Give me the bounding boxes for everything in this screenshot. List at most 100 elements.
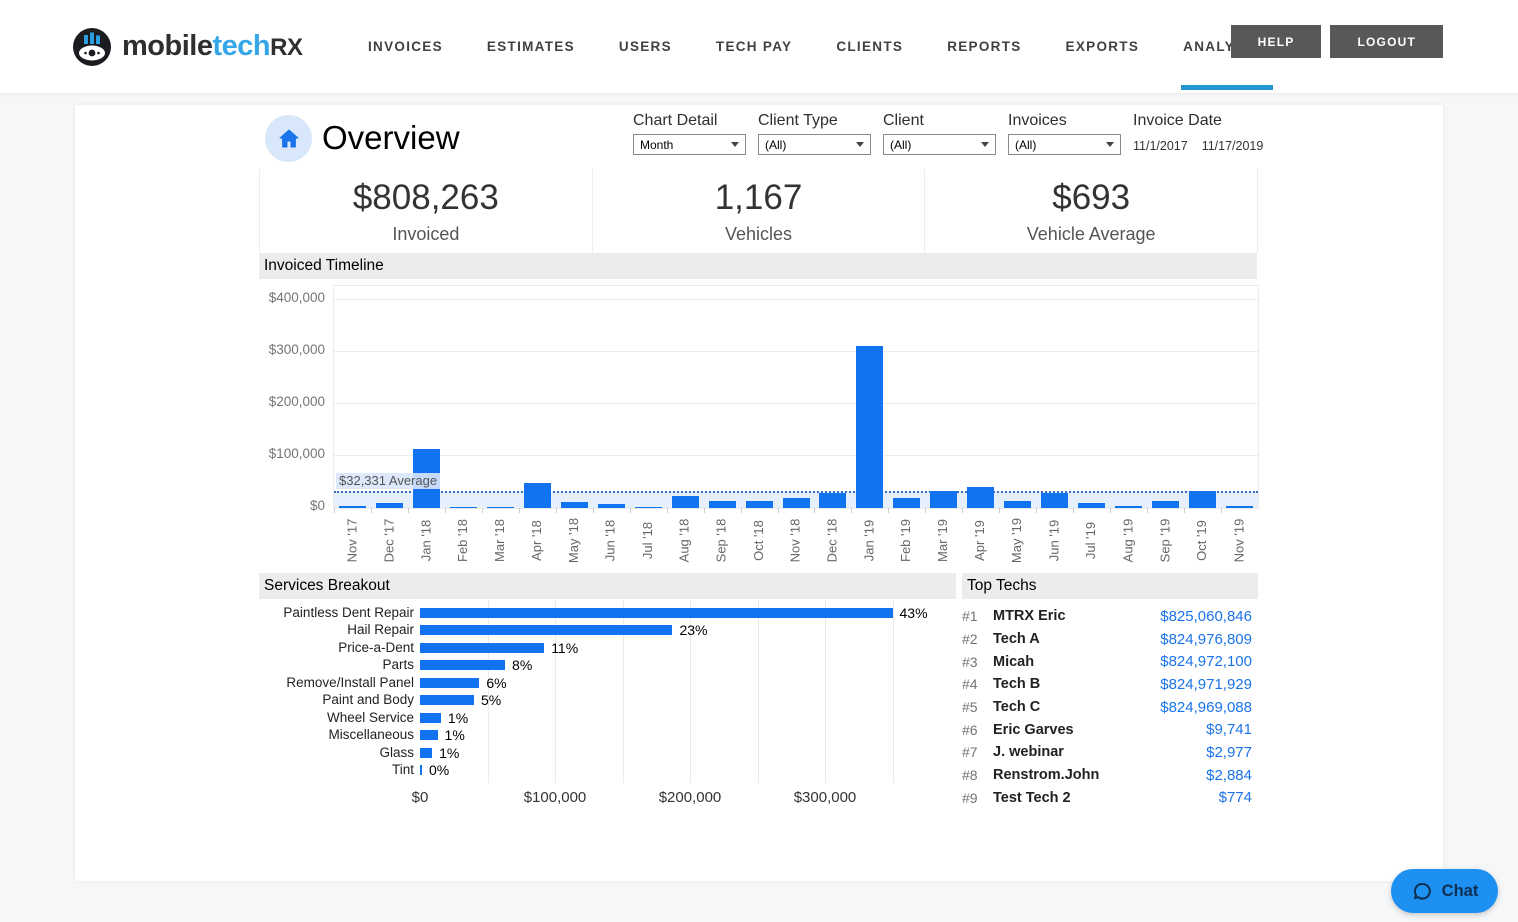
timeline-x-label-text: Feb '18 xyxy=(455,519,470,562)
service-label: Miscellaneous xyxy=(235,727,414,743)
timeline-bar[interactable] xyxy=(561,502,588,508)
service-bar[interactable] xyxy=(420,748,432,758)
timeline-bar[interactable] xyxy=(1226,506,1253,508)
tech-value[interactable]: $824,976,809 xyxy=(1160,631,1258,648)
home-icon xyxy=(265,115,312,162)
timeline-bar[interactable] xyxy=(967,487,994,508)
timeline-x-label: May '18 xyxy=(555,511,592,569)
help-button[interactable]: HELP xyxy=(1231,25,1322,58)
top-tech-row[interactable]: #7J. webinar$2,977 xyxy=(962,741,1258,764)
tech-value[interactable]: $2,977 xyxy=(1206,744,1258,761)
service-bar[interactable] xyxy=(420,765,422,775)
tech-value[interactable]: $824,969,088 xyxy=(1160,699,1258,716)
timeline-bar[interactable] xyxy=(672,496,699,508)
timeline-bar[interactable] xyxy=(930,491,957,508)
tech-name: Tech B xyxy=(993,676,1040,692)
timeline-bar[interactable] xyxy=(893,498,920,508)
timeline-bar[interactable] xyxy=(450,507,477,508)
tech-name: J. webinar xyxy=(993,744,1064,760)
nav-item-reports[interactable]: REPORTS xyxy=(947,0,1021,93)
timeline-bar[interactable] xyxy=(1189,491,1216,508)
timeline-bar[interactable] xyxy=(487,507,514,508)
nav-item-estimates[interactable]: ESTIMATES xyxy=(487,0,575,93)
top-tech-row[interactable]: #8Renstrom.John$2,884 xyxy=(962,764,1258,787)
timeline-gridline xyxy=(334,299,1258,300)
dropdown-arrow-icon xyxy=(981,142,989,147)
content-card: Overview Chart Detail Month Client Type … xyxy=(75,105,1443,881)
service-bar[interactable] xyxy=(420,643,544,653)
logo-text-rx: RX xyxy=(270,34,302,61)
top-tech-row[interactable]: #2Tech A$824,976,809 xyxy=(962,628,1258,651)
timeline-bar[interactable] xyxy=(339,506,366,508)
service-bar[interactable] xyxy=(420,713,441,723)
timeline-bar[interactable] xyxy=(709,501,736,508)
logo[interactable]: mobiletechRX xyxy=(72,27,302,67)
top-tech-row[interactable]: #1MTRX Eric$825,060,846 xyxy=(962,605,1258,628)
service-percent-label: 11% xyxy=(551,640,578,656)
logout-button[interactable]: LOGOUT xyxy=(1330,25,1443,58)
nav-item-tech-pay[interactable]: TECH PAY xyxy=(716,0,792,93)
timeline-bar[interactable] xyxy=(746,501,773,508)
timeline-bar[interactable] xyxy=(598,504,625,508)
service-percent-label: 1% xyxy=(439,745,459,761)
timeline-gridline xyxy=(334,455,1258,456)
top-tech-row[interactable]: #6Eric Garves$9,741 xyxy=(962,718,1258,741)
tech-name: Tech A xyxy=(993,631,1040,647)
client-select[interactable]: (All) xyxy=(883,134,996,155)
tech-value[interactable]: $825,060,846 xyxy=(1160,608,1258,625)
nav-item-exports[interactable]: EXPORTS xyxy=(1066,0,1140,93)
timeline-x-label: Feb '19 xyxy=(887,511,924,569)
tech-value[interactable]: $824,971,929 xyxy=(1160,676,1258,693)
timeline-bar[interactable] xyxy=(1115,506,1142,508)
timeline-x-label-text: Sep '18 xyxy=(714,518,729,562)
nav-item-clients[interactable]: CLIENTS xyxy=(836,0,903,93)
timeline-x-label: May '19 xyxy=(998,511,1035,569)
nav-item-invoices[interactable]: INVOICES xyxy=(368,0,443,93)
timeline-bar[interactable] xyxy=(1152,501,1179,508)
service-bar[interactable] xyxy=(420,730,438,740)
tech-value[interactable]: $774 xyxy=(1219,789,1258,806)
kpi-invoiced: $808,263 Invoiced xyxy=(259,169,592,253)
invoices-select[interactable]: (All) xyxy=(1008,134,1121,155)
timeline-bar[interactable] xyxy=(1078,503,1105,508)
service-bar[interactable] xyxy=(420,608,893,618)
timeline-bar[interactable] xyxy=(856,346,883,508)
timeline-bar[interactable] xyxy=(635,507,662,508)
timeline-x-label-text: May '19 xyxy=(1009,517,1024,562)
tech-value[interactable]: $824,972,100 xyxy=(1160,653,1258,670)
chart-detail-select[interactable]: Month xyxy=(633,134,746,155)
tech-value[interactable]: $9,741 xyxy=(1206,721,1258,738)
service-bar[interactable] xyxy=(420,625,672,635)
timeline-bar[interactable] xyxy=(783,498,810,508)
timeline-bar[interactable] xyxy=(376,503,403,508)
service-bar[interactable] xyxy=(420,660,505,670)
timeline-bar[interactable] xyxy=(819,493,846,508)
timeline-x-label: Mar '19 xyxy=(924,511,961,569)
timeline-bar[interactable] xyxy=(524,483,551,508)
timeline-x-label-text: Jul '19 xyxy=(1083,521,1098,558)
service-bar[interactable] xyxy=(420,695,474,705)
timeline-x-label-text: Mar '19 xyxy=(935,519,950,562)
chat-button[interactable]: Chat xyxy=(1391,869,1498,913)
tech-value[interactable]: $2,884 xyxy=(1206,767,1258,784)
logo-text-tech: tech xyxy=(212,30,270,62)
timeline-bar[interactable] xyxy=(1041,493,1068,508)
client-type-select[interactable]: (All) xyxy=(758,134,871,155)
service-label: Paintless Dent Repair xyxy=(235,605,414,621)
top-tech-row[interactable]: #9Test Tech 2$774 xyxy=(962,787,1258,810)
page-title: Overview xyxy=(322,119,460,157)
top-tech-row[interactable]: #3Micah$824,972,100 xyxy=(962,650,1258,673)
timeline-bar[interactable] xyxy=(1004,501,1031,508)
timeline-x-label: Aug '19 xyxy=(1109,511,1146,569)
timeline-x-label: Sep '18 xyxy=(703,511,740,569)
timeline-x-label: Nov '17 xyxy=(333,511,370,569)
timeline-y-tick-label: $400,000 xyxy=(195,290,325,305)
services-gridline xyxy=(758,600,759,783)
top-tech-row[interactable]: #4Tech B$824,971,929 xyxy=(962,673,1258,696)
top-tech-row[interactable]: #5Tech C$824,969,088 xyxy=(962,696,1258,719)
nav-item-users[interactable]: USERS xyxy=(619,0,672,93)
invoice-date-start[interactable]: 11/1/2017 xyxy=(1133,139,1188,153)
service-bar[interactable] xyxy=(420,678,479,688)
invoice-date-end[interactable]: 11/17/2019 xyxy=(1202,139,1264,153)
kpi-vehicle-average: $693 Vehicle Average xyxy=(924,169,1258,253)
